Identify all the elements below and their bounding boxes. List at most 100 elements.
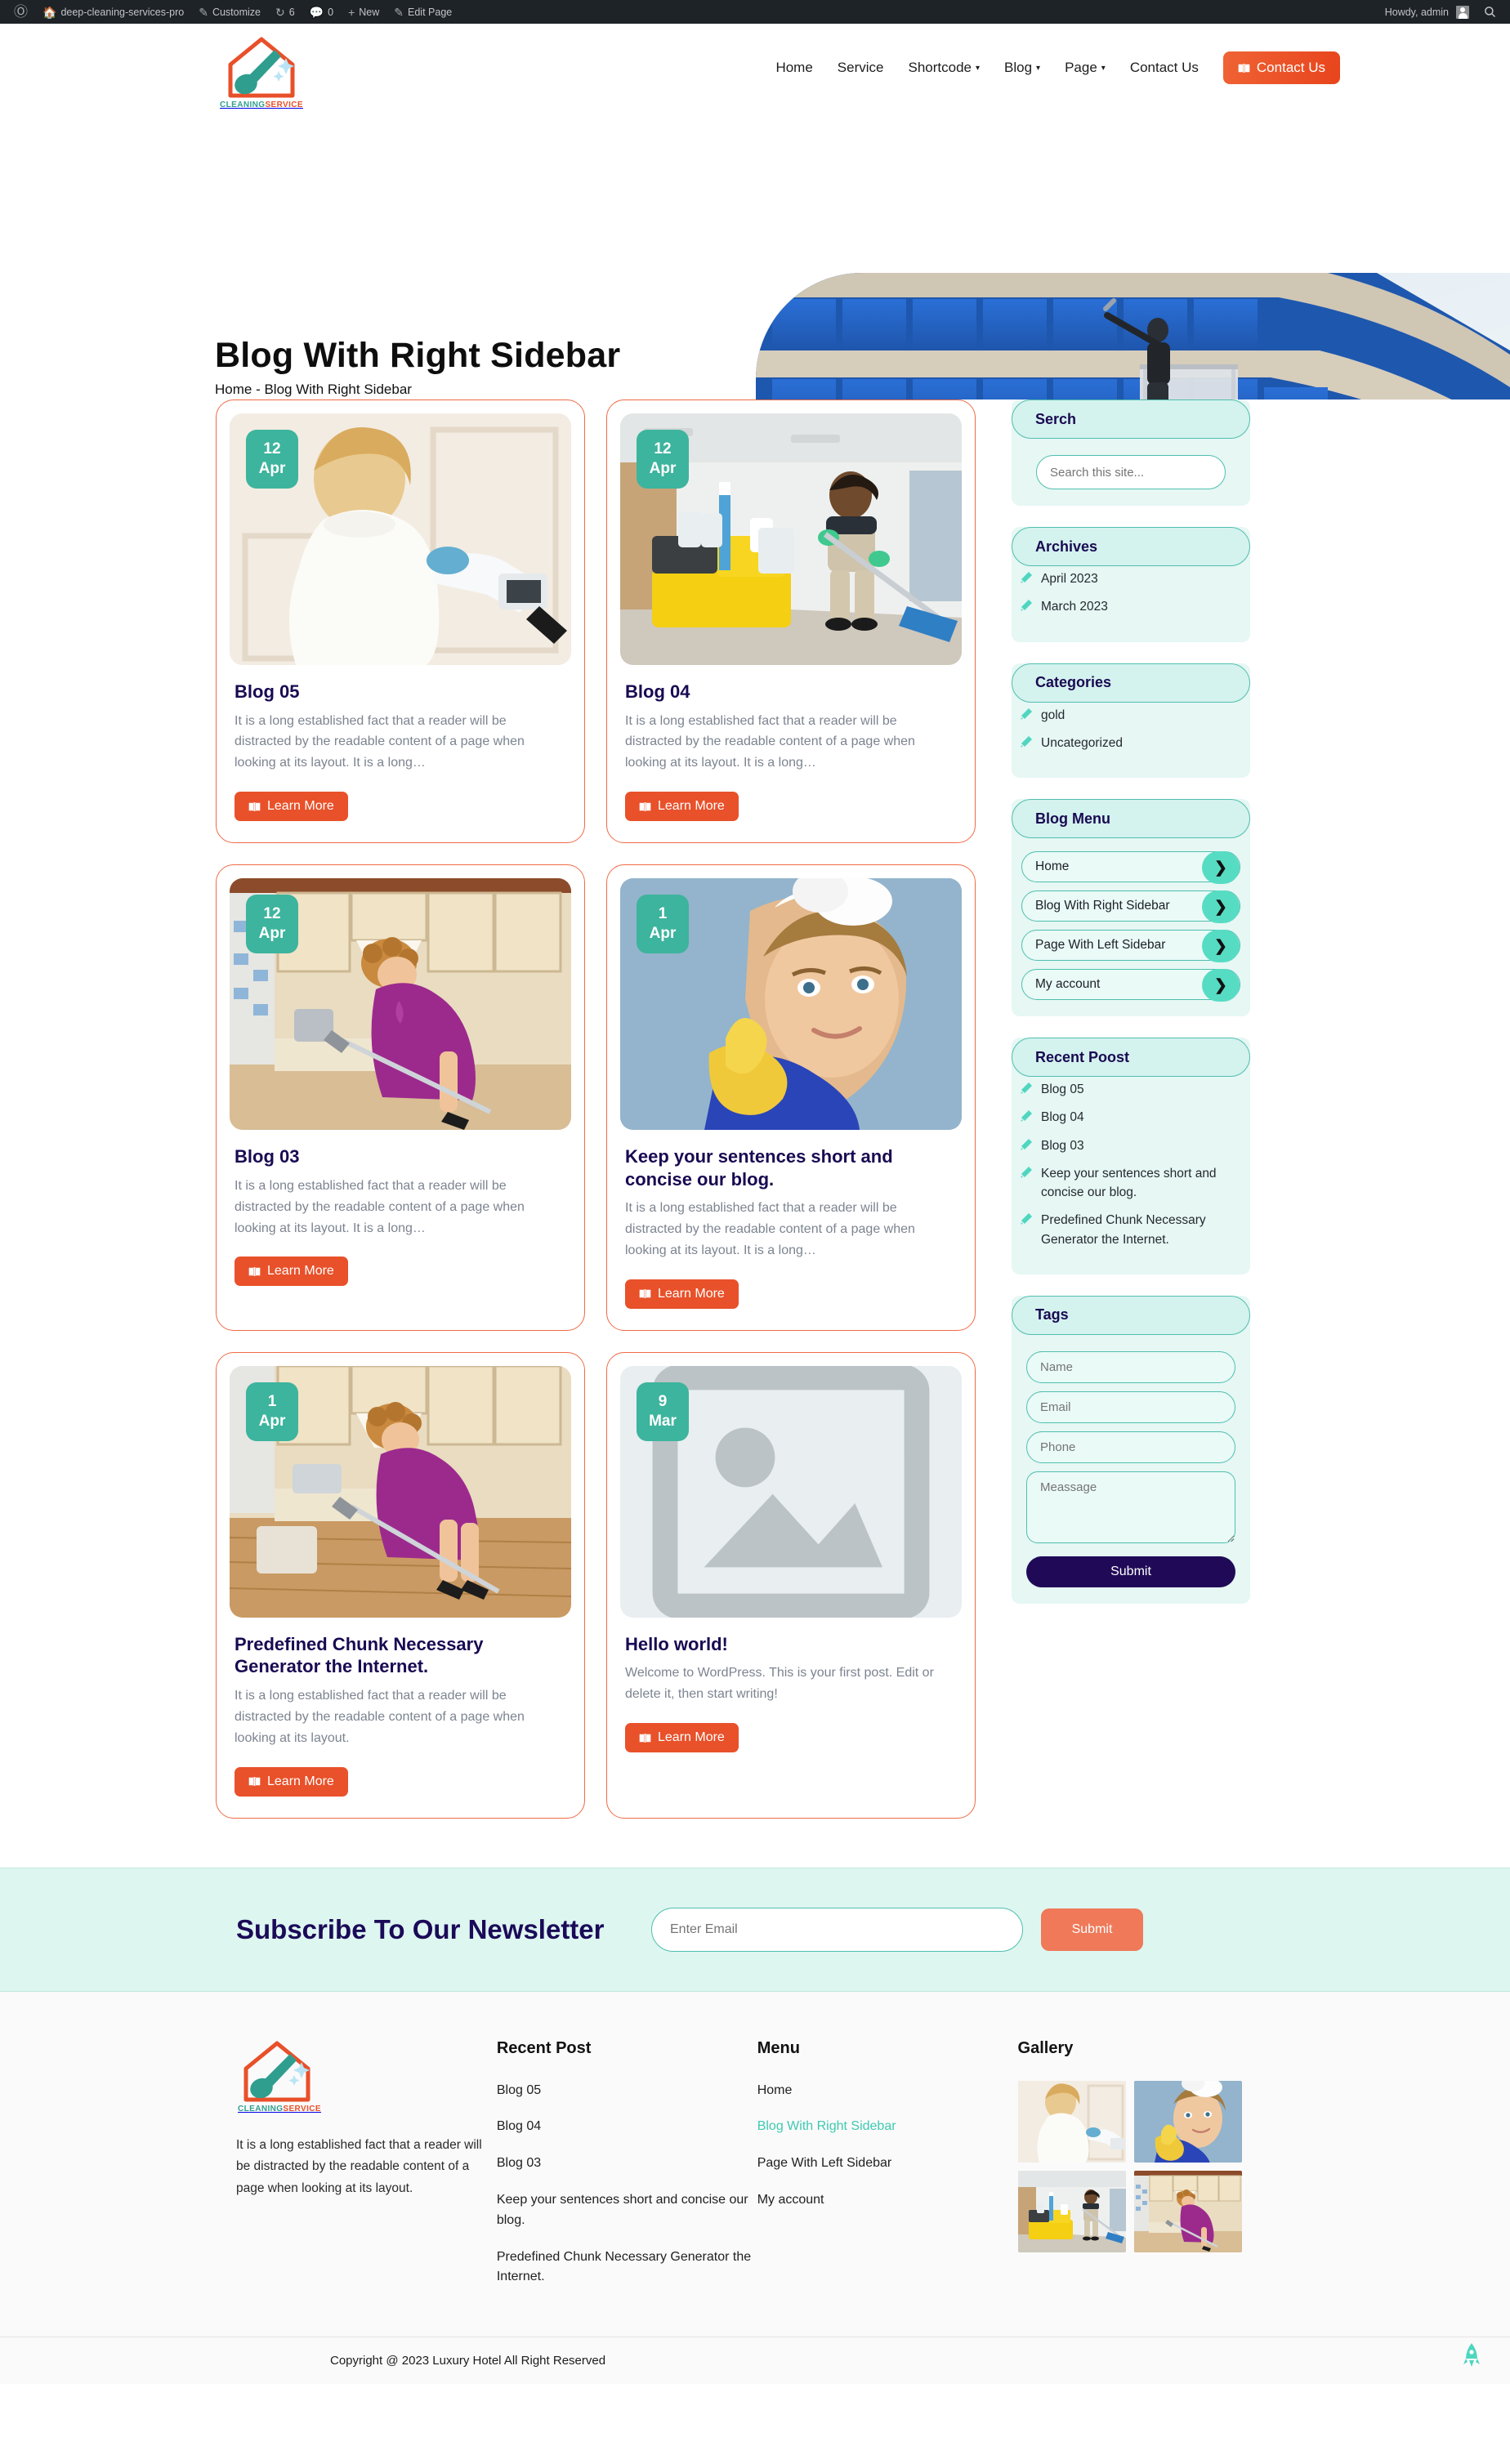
post-thumbnail[interactable]: 12 Apr [230,413,571,665]
post-title[interactable]: Blog 05 [230,681,571,703]
post-date-month: Apr [258,460,286,477]
book-icon [639,1289,651,1299]
post-card[interactable]: 9 Mar Hello world! Welcome to WordPress.… [606,1351,976,1819]
blog-menu-item-blog-with-right-sidebar[interactable]: Blog With Right Sidebar ❯ [1021,891,1240,923]
learn-more-button[interactable]: Learn More [625,792,739,822]
edit-pencil-icon: ✎ [394,5,404,19]
new-content-link[interactable]: + New [341,0,386,24]
widget-title: Serch [1012,400,1250,439]
newsletter-submit-button[interactable]: Submit [1041,1908,1143,1951]
message-field[interactable] [1026,1471,1235,1543]
post-title[interactable]: Blog 04 [620,681,962,703]
footer-menu-item-my-account[interactable]: My account [757,2190,1018,2211]
newsletter-section: Subscribe To Our Newsletter Submit [0,1867,1510,1992]
footer-menu-item-blog-with-right-sidebar[interactable]: Blog With Right Sidebar [757,2117,1018,2137]
list-item[interactable]: Predefined Chunk Necessary Generator the… [497,2248,757,2288]
list-item-label: April 2023 [1041,572,1098,586]
list-item[interactable]: Blog 03 [1020,1136,1242,1155]
list-item[interactable]: Predefined Chunk Necessary Generator the… [1020,1211,1242,1249]
learn-more-label: Learn More [267,1264,334,1279]
name-field[interactable] [1026,1350,1235,1383]
wp-logo-menu[interactable]: Ⓞ [7,0,35,24]
nav-item-service[interactable]: Service [838,60,884,76]
gallery-thumb-3[interactable] [1017,2170,1126,2252]
footer-column-title: Recent Post [496,2038,592,2057]
blog-menu-item-my-account[interactable]: My account ❯ [1021,969,1240,1002]
list-item[interactable]: Keep your sentences short and concise ou… [497,2190,757,2231]
copyright-bar: Copyright @ 2023 Luxury Hotel All Right … [0,2337,1510,2385]
widget-archives: Archives April 2023 March 2023 [1012,527,1250,642]
post-title[interactable]: Blog 03 [230,1145,571,1168]
newsletter-email-input[interactable] [651,1907,1023,1952]
learn-more-button[interactable]: Learn More [235,792,348,822]
post-card[interactable]: 12 Apr Blog 03 It is a long established … [216,864,585,1331]
footer-menu-item-page-with-left-sidebar[interactable]: Page With Left Sidebar [757,2154,1018,2174]
post-title[interactable]: Predefined Chunk Necessary Generator the… [230,1633,571,1678]
post-thumbnail[interactable]: 1 Apr [230,1365,571,1618]
adminbar-search-button[interactable] [1476,0,1503,24]
learn-more-label: Learn More [658,799,725,814]
learn-more-button[interactable]: Learn More [625,1723,739,1753]
blog-menu-item-home[interactable]: Home ❯ [1021,851,1240,884]
nav-item-contact-us[interactable]: Contact Us [1130,60,1199,76]
list-item[interactable]: Keep your sentences short and concise ou… [1020,1164,1242,1203]
scroll-to-top-rocket-icon[interactable] [1463,2342,1481,2370]
post-thumbnail[interactable]: 9 Mar [620,1365,962,1618]
nav-item-blog[interactable]: Blog ▾ [1004,60,1040,76]
customize-label: Customize [212,6,261,18]
contact-submit-button[interactable]: Submit [1026,1556,1235,1587]
list-item[interactable]: Blog 03 [497,2154,757,2174]
widget-title: Archives [1012,527,1250,566]
chevron-right-icon: ❯ [1202,891,1240,923]
learn-more-button[interactable]: Learn More [235,1766,348,1797]
comments-link[interactable]: 💬 0 [302,0,341,24]
list-item[interactable]: Uncategorized [1020,734,1242,752]
list-item[interactable]: Blog 04 [1020,1108,1242,1127]
gallery-thumb-4[interactable] [1133,2170,1242,2252]
blog-menu-list: Home ❯ Blog With Right Sidebar ❯ Page Wi… [1012,838,1250,1002]
search-input[interactable] [1037,465,1225,480]
learn-more-button[interactable]: Learn More [235,1257,348,1287]
widget-title: Blog Menu [1012,799,1250,838]
chevron-right-icon: ❯ [1202,969,1240,1002]
site-logo[interactable]: CLEANINGSERVICE [204,35,319,109]
book-icon [639,1733,651,1743]
post-thumbnail[interactable]: 12 Apr [620,413,962,665]
post-card[interactable]: 12 Apr Blog 04 It is a long established … [606,400,976,844]
contact-us-button[interactable]: Contact Us [1222,51,1340,84]
post-title[interactable]: Hello world! [620,1633,962,1656]
list-item[interactable]: Blog 05 [1020,1080,1242,1099]
post-card[interactable]: 1 Apr Predefined Chunk Necessary Generat… [216,1351,585,1819]
footer-menu-item-home[interactable]: Home [757,2081,1018,2101]
learn-more-button[interactable]: Learn More [625,1279,739,1309]
phone-field[interactable] [1026,1431,1235,1463]
email-field[interactable] [1026,1390,1235,1423]
post-title[interactable]: Keep your sentences short and concise ou… [620,1145,962,1190]
updates-link[interactable]: ↻ 6 [268,0,302,24]
list-item[interactable]: April 2023 [1020,569,1242,588]
customize-link[interactable]: ✎ Customize [191,0,268,24]
post-thumbnail[interactable]: 1 Apr [620,878,962,1131]
brand-wordmark: CLEANINGSERVICE [220,100,303,109]
magic-wand-icon [1021,708,1032,720]
gallery-thumb-2[interactable] [1133,2080,1242,2163]
my-account-menu[interactable]: Howdy, admin [1378,0,1476,24]
post-thumbnail[interactable]: 12 Apr [230,878,571,1131]
list-item[interactable]: gold [1020,706,1242,725]
nav-item-home[interactable]: Home [775,60,812,76]
list-item[interactable]: Blog 05 [497,2081,757,2101]
post-card[interactable]: 12 Apr Blog 05 It is a long established … [216,400,585,844]
gallery-thumb-1[interactable] [1017,2080,1126,2163]
edit-page-link[interactable]: ✎ Edit Page [386,0,459,24]
post-date-day: 9 [658,1393,668,1411]
nav-item-page[interactable]: Page ▾ [1065,60,1106,76]
brand-word-1: CLEANING [220,100,266,109]
blog-menu-item-page-with-left-sidebar[interactable]: Page With Left Sidebar ❯ [1021,930,1240,962]
list-item[interactable]: March 2023 [1020,597,1242,616]
nav-item-shortcode[interactable]: Shortcode ▾ [908,60,980,76]
site-name-menu[interactable]: 🏠 deep-cleaning-services-pro [35,0,191,24]
list-item[interactable]: Blog 04 [497,2117,757,2137]
page-title: Blog With Right Sidebar [215,336,621,375]
footer-logo[interactable]: CLEANINGSERVICE [236,2039,334,2114]
post-card[interactable]: 1 Apr Keep your sentences short and conc… [606,864,976,1331]
